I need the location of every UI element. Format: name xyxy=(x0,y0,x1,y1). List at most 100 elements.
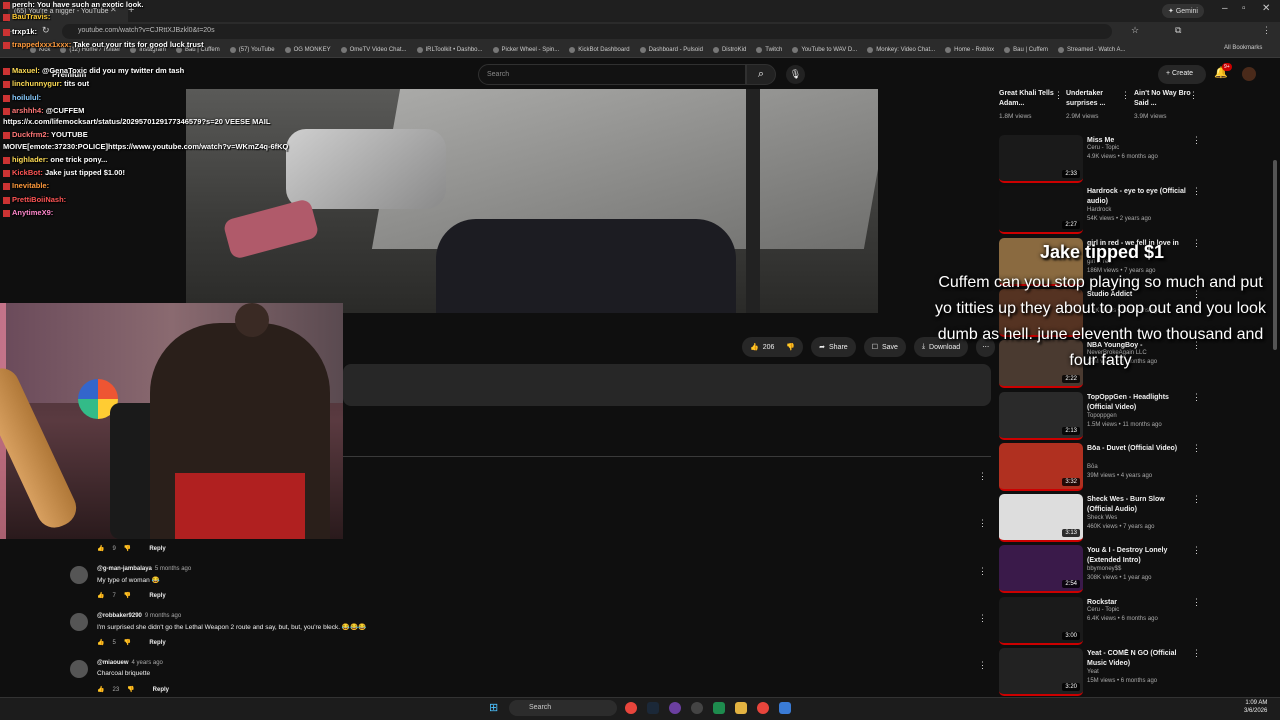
dislike-icon[interactable]: 👎 xyxy=(127,686,134,693)
bookmark-item[interactable]: KickBot Dashboard xyxy=(569,44,630,55)
search-icon[interactable]: ⌕ xyxy=(746,64,776,85)
avatar[interactable] xyxy=(70,566,88,584)
video-title[interactable]: Hardrock - eye to eye (Official audio) xyxy=(1087,187,1192,207)
like-icon[interactable]: 👍 xyxy=(97,639,104,646)
video-title[interactable]: You & I - Destroy Lonely (Extended Intro… xyxy=(1087,546,1192,566)
avatar[interactable] xyxy=(70,613,88,631)
bookmark-item[interactable]: Picker Wheel - Spin... xyxy=(492,44,559,55)
dislike-icon[interactable]: 👎 xyxy=(124,545,131,552)
scrollbar[interactable] xyxy=(1273,160,1277,350)
dislike-icon[interactable]: 👎 xyxy=(124,639,131,646)
bookmark-item[interactable]: Twitch xyxy=(756,44,782,55)
video-thumbnail[interactable]: 3:20 xyxy=(999,648,1083,696)
comment-menu-icon[interactable]: ⋮ xyxy=(978,518,987,529)
video-menu-icon[interactable]: ⋮ xyxy=(1192,135,1201,146)
app-icon[interactable] xyxy=(779,702,791,714)
video-thumbnail[interactable]: 3:13 xyxy=(999,494,1083,542)
video-thumbnail[interactable]: 3:00 xyxy=(999,597,1083,645)
mic-icon[interactable]: 🎙 xyxy=(786,65,805,84)
video-thumbnail[interactable]: 2:54 xyxy=(999,545,1083,593)
reply-button[interactable]: Reply xyxy=(149,546,165,552)
comment-menu-icon[interactable]: ⋮ xyxy=(978,613,987,624)
menu-icon[interactable]: ⋮ xyxy=(1262,25,1271,36)
chrome-icon[interactable] xyxy=(757,702,769,714)
recommendation-item[interactable]: 2:13 TopOppGen - Headlights (Official Vid… xyxy=(999,392,1209,440)
save-button[interactable]: ☐ Save xyxy=(863,337,906,357)
channel-name[interactable]: Hardrock xyxy=(1087,207,1111,213)
bookmark-item[interactable]: OmeTV Video Chat... xyxy=(340,44,407,55)
video-thumbnail[interactable]: 2:27 xyxy=(999,186,1083,234)
video-thumbnail[interactable]: 2:33 xyxy=(999,135,1083,183)
bookmark-item[interactable]: DistroKid xyxy=(712,44,746,55)
recommendation-item[interactable]: 2:54 You & I - Destroy Lonely (Extended I… xyxy=(999,545,1209,593)
channel-name[interactable]: Bōa xyxy=(1087,464,1098,470)
windows-start-icon[interactable]: ⊞ xyxy=(489,701,498,714)
recommendation-item[interactable]: 3:32 Bōa - Duvet (Official Video) Bōa 39M v… xyxy=(999,443,1209,491)
comment-author[interactable]: @robbaker9290 9 months ago xyxy=(97,613,181,619)
comment-author[interactable]: @g-man-jambalaya 5 months ago xyxy=(97,566,191,572)
extensions-icon[interactable]: ⧉ xyxy=(1175,25,1181,36)
system-clock[interactable]: 1:09 AM 3/6/2026 xyxy=(1244,699,1267,715)
video-menu-icon[interactable]: ⋮ xyxy=(1192,494,1201,505)
like-icon[interactable]: 👍 xyxy=(97,592,104,599)
bookmark-item[interactable]: (57) YouTube xyxy=(229,44,275,55)
like-icon[interactable]: 👍 xyxy=(97,545,104,552)
create-button[interactable]: + Create xyxy=(1158,65,1206,84)
steam-icon[interactable] xyxy=(647,702,659,714)
app-icon[interactable] xyxy=(669,702,681,714)
share-button[interactable]: ➦ Share xyxy=(811,337,856,357)
shelf-menu-icon[interactable]: ⋮ xyxy=(1189,90,1198,101)
channel-name[interactable]: bbymoney$$ xyxy=(1087,566,1121,572)
like-button[interactable]: 👍 206 👎 xyxy=(742,337,804,357)
obs-icon[interactable] xyxy=(691,702,703,714)
channel-name[interactable]: Topoppgen xyxy=(1087,413,1117,419)
video-title[interactable]: Sheck Wes - Burn Slow (Official Audio) xyxy=(1087,495,1192,515)
video-thumbnail[interactable]: 2:13 xyxy=(999,392,1083,440)
bookmark-item[interactable]: Streamed - Watch A... xyxy=(1057,44,1125,55)
avatar[interactable] xyxy=(1242,67,1256,81)
recommendation-item[interactable]: 2:27 Hardrock - eye to eye (Official audi… xyxy=(999,186,1209,234)
minimize-icon[interactable]: – xyxy=(1222,3,1228,14)
comment-author[interactable]: @miaouew 4 years ago xyxy=(97,660,163,666)
bookmark-item[interactable]: YouTube to WAV D... xyxy=(792,44,857,55)
app-icon[interactable] xyxy=(713,702,725,714)
url-field[interactable]: youtube.com/watch?v=CJRttXJBzkl0&t=20s xyxy=(62,24,1112,39)
video-title[interactable]: Bōa - Duvet (Official Video) xyxy=(1087,444,1192,454)
shelf-menu-icon[interactable]: ⋮ xyxy=(1054,90,1063,101)
video-title[interactable]: Yeat - COMĒ N GO (Official Music Video) xyxy=(1087,649,1192,669)
bookmark-item[interactable]: Bau | Cuffem xyxy=(1004,44,1048,55)
channel-name[interactable]: Yeat xyxy=(1087,669,1099,675)
bookmark-item[interactable]: OG MONKEY xyxy=(284,44,331,55)
channel-name[interactable]: Ceru - Topic xyxy=(1087,145,1119,151)
video-player[interactable] xyxy=(186,89,878,313)
video-menu-icon[interactable]: ⋮ xyxy=(1192,443,1201,454)
bookmark-item[interactable]: Monkey: Video Chat... xyxy=(867,44,935,55)
video-menu-icon[interactable]: ⋮ xyxy=(1192,392,1201,403)
comment-menu-icon[interactable]: ⋮ xyxy=(978,471,987,482)
reply-button[interactable]: Reply xyxy=(149,593,165,599)
video-title[interactable]: TopOppGen - Headlights (Official Video) xyxy=(1087,393,1192,413)
like-icon[interactable]: 👍 xyxy=(97,686,104,693)
search-input[interactable]: Search xyxy=(478,64,746,85)
description-box[interactable] xyxy=(343,364,991,406)
recommendation-item[interactable]: 3:00 Rockstar Ceru - Topic 6.4K views • 6 m… xyxy=(999,597,1209,645)
channel-name[interactable]: Ceru - Topic xyxy=(1087,607,1119,613)
bookmark-item[interactable]: IRLToolkit • Dashbo... xyxy=(416,44,483,55)
bookmark-item[interactable]: Dashboard - Pulsoid xyxy=(639,44,703,55)
dislike-icon[interactable]: 👎 xyxy=(786,343,795,351)
taskbar-search[interactable]: Search xyxy=(509,700,617,716)
reload-icon[interactable]: ↻ xyxy=(42,25,50,36)
dislike-icon[interactable]: 👎 xyxy=(124,592,131,599)
recommendation-item[interactable]: 3:13 Sheck Wes - Burn Slow (Official Audi… xyxy=(999,494,1209,542)
recommendation-item[interactable]: 3:20 Yeat - COMĒ N GO (Official Music Vid… xyxy=(999,648,1209,696)
maximize-icon[interactable]: ▫ xyxy=(1242,3,1246,14)
video-menu-icon[interactable]: ⋮ xyxy=(1192,186,1201,197)
video-thumbnail[interactable]: 3:32 xyxy=(999,443,1083,491)
avatar[interactable] xyxy=(70,660,88,678)
video-menu-icon[interactable]: ⋮ xyxy=(1192,238,1201,249)
comment-menu-icon[interactable]: ⋮ xyxy=(978,660,987,671)
video-menu-icon[interactable]: ⋮ xyxy=(1192,545,1201,556)
recommendation-item[interactable]: 2:33 Miss Me Ceru - Topic 4.9K views • 6 mo… xyxy=(999,135,1209,183)
close-window-icon[interactable]: ✕ xyxy=(1262,3,1270,14)
reply-button[interactable]: Reply xyxy=(149,640,165,646)
